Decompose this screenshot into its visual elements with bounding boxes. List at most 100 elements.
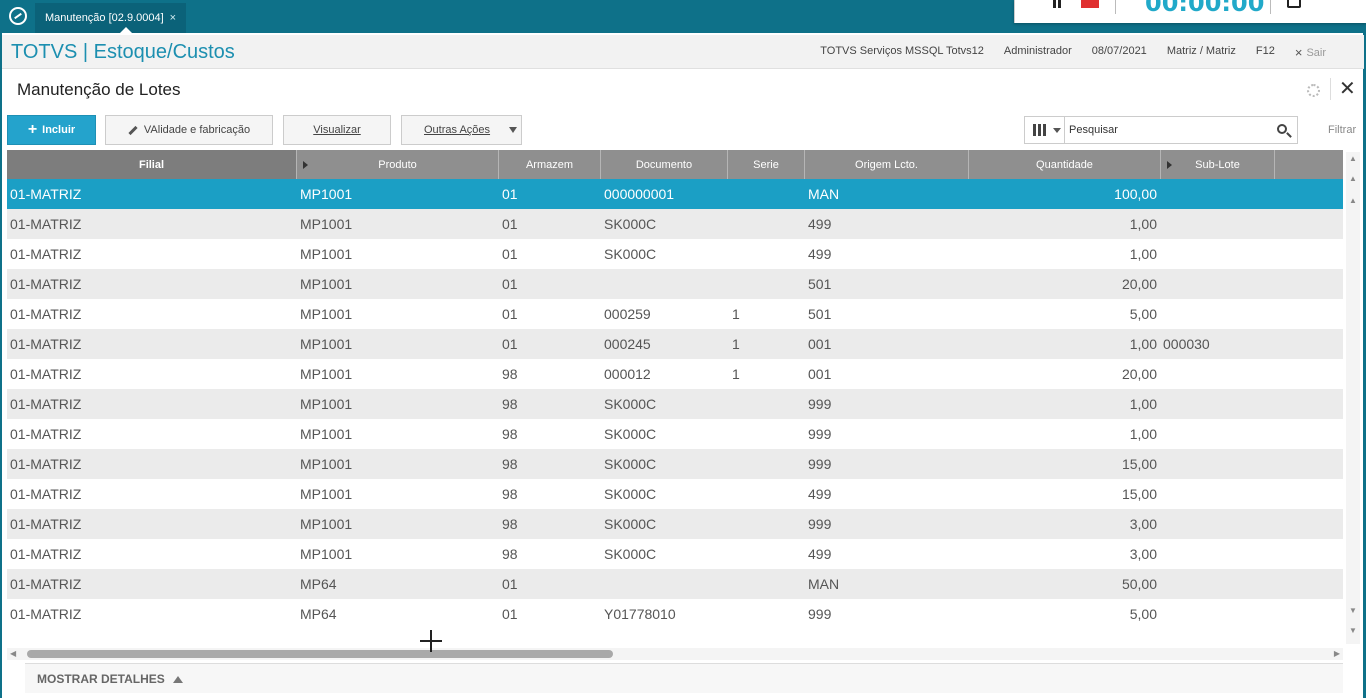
column-selector-button[interactable] bbox=[1025, 117, 1065, 143]
filter-button[interactable]: Filtrar bbox=[1328, 124, 1356, 136]
page-title: Manutenção de Lotes bbox=[17, 80, 181, 99]
cell-armazem: 01 bbox=[502, 246, 518, 262]
cell-quantidade: 100,00 bbox=[1114, 186, 1157, 202]
cell-quantidade: 3,00 bbox=[1129, 516, 1157, 532]
table-row[interactable]: 01-MATRIZ MP1001 98 000012 1 001 20,00 bbox=[7, 359, 1343, 389]
tab-close-icon[interactable]: × bbox=[170, 12, 176, 24]
branch-name[interactable]: Matriz / Matriz bbox=[1157, 45, 1246, 60]
horizontal-scroll-thumb[interactable] bbox=[27, 650, 613, 658]
cell-armazem: 98 bbox=[502, 516, 518, 532]
scroll-right-icon[interactable]: ▶ bbox=[1334, 648, 1340, 660]
table-row[interactable]: 01-MATRIZ MP1001 01 000245 1 001 1,00 000030 bbox=[7, 329, 1343, 359]
user-name[interactable]: Administrador bbox=[994, 45, 1082, 60]
table-row[interactable]: 01-MATRIZ MP1001 98 SK000C 999 1,00 bbox=[7, 419, 1343, 449]
column-header-label: Filial bbox=[138, 158, 165, 171]
expand-column-icon[interactable] bbox=[1167, 161, 1172, 169]
cell-documento bbox=[604, 269, 724, 299]
cell-sublote bbox=[1163, 359, 1273, 389]
cell-filial: 01-MATRIZ bbox=[10, 396, 82, 412]
validade-button[interactable]: VAlidade e fabricação bbox=[105, 115, 273, 145]
cell-documento: Y01778010 bbox=[604, 606, 676, 622]
cell-origem: 501 bbox=[808, 306, 832, 322]
timer-divider bbox=[1115, 0, 1116, 14]
table-row[interactable]: 01-MATRIZ MP1001 01 000000001 MAN 100,00 bbox=[7, 179, 1343, 209]
close-icon[interactable]: ✕ bbox=[1339, 79, 1356, 99]
vertical-scrollbar[interactable]: ▲ ▲ ▲ ▼ ▼ bbox=[1346, 152, 1360, 644]
scroll-down-icon[interactable]: ▼ bbox=[1348, 606, 1358, 616]
stop-icon[interactable] bbox=[1081, 0, 1099, 8]
cell-origem: 499 bbox=[808, 546, 832, 562]
cell-serie: 1 bbox=[732, 306, 740, 322]
cell-origem: 001 bbox=[808, 366, 832, 382]
totvs-logo-icon[interactable] bbox=[9, 7, 27, 25]
column-header-documento[interactable]: Documento bbox=[601, 150, 728, 179]
cell-sublote bbox=[1163, 539, 1273, 569]
pause-icon[interactable] bbox=[1051, 0, 1063, 10]
cell-produto: MP1001 bbox=[300, 546, 353, 562]
cell-armazem: 01 bbox=[502, 306, 518, 322]
column-header-label: Sub-Lote bbox=[1195, 158, 1240, 171]
table-row[interactable]: 01-MATRIZ MP1001 01 501 20,00 bbox=[7, 269, 1343, 299]
cell-filial: 01-MATRIZ bbox=[10, 606, 82, 622]
cell-sublote bbox=[1163, 389, 1273, 419]
divider bbox=[1330, 78, 1331, 100]
table-row[interactable]: 01-MATRIZ MP1001 98 SK000C 999 1,00 bbox=[7, 389, 1343, 419]
cell-produto: MP64 bbox=[300, 606, 337, 622]
cell-filial: 01-MATRIZ bbox=[10, 426, 82, 442]
scroll-page-up-icon[interactable]: ▲ bbox=[1348, 174, 1358, 184]
cell-filial: 01-MATRIZ bbox=[10, 186, 82, 202]
table-row[interactable]: 01-MATRIZ MP1001 01 SK000C 499 1,00 bbox=[7, 209, 1343, 239]
scroll-left-icon[interactable]: ◀ bbox=[10, 648, 16, 660]
column-header-origem[interactable]: Origem Lcto. bbox=[805, 150, 969, 179]
tab-manutencao[interactable]: Manutenção [02.9.0004] × bbox=[35, 3, 187, 33]
column-header-sublote[interactable]: Sub-Lote bbox=[1161, 150, 1275, 179]
cell-quantidade: 5,00 bbox=[1129, 606, 1157, 622]
session-date[interactable]: 08/07/2021 bbox=[1082, 45, 1157, 60]
column-header-quantidade[interactable]: Quantidade bbox=[969, 150, 1161, 179]
column-header-filial[interactable]: Filial bbox=[7, 150, 297, 179]
column-header-produto[interactable]: Produto bbox=[297, 150, 499, 179]
exit-button[interactable]: × Sair bbox=[1285, 45, 1336, 60]
cell-filial: 01-MATRIZ bbox=[10, 216, 82, 232]
table-row[interactable]: 01-MATRIZ MP1001 98 SK000C 999 3,00 bbox=[7, 509, 1343, 539]
column-header-serie[interactable]: Serie bbox=[728, 150, 805, 179]
column-header-label: Armazem bbox=[525, 158, 574, 171]
table-row[interactable]: 01-MATRIZ MP1001 98 SK000C 999 15,00 bbox=[7, 449, 1343, 479]
column-header-armazem[interactable]: Armazem bbox=[499, 150, 601, 179]
cell-armazem: 01 bbox=[502, 336, 518, 352]
cell-filial: 01-MATRIZ bbox=[10, 246, 82, 262]
module-title: TOTVS | Estoque/Custos bbox=[11, 41, 235, 63]
horizontal-scrollbar[interactable]: ◀ ▶ bbox=[7, 648, 1343, 660]
cell-filial: 01-MATRIZ bbox=[10, 516, 82, 532]
table-row[interactable]: 01-MATRIZ MP64 01 MAN 50,00 bbox=[7, 569, 1343, 599]
expand-column-icon[interactable] bbox=[303, 161, 308, 169]
search-icon[interactable] bbox=[1277, 124, 1287, 134]
exit-icon: × bbox=[1294, 45, 1303, 60]
column-header-label: Origem Lcto. bbox=[855, 158, 918, 171]
cell-produto: MP1001 bbox=[300, 186, 353, 202]
scroll-up-icon[interactable]: ▲ bbox=[1348, 196, 1358, 206]
visualizar-button[interactable]: Visualizar bbox=[283, 115, 391, 145]
show-details-button[interactable]: MOSTRAR DETALHES bbox=[37, 672, 183, 686]
scroll-top-icon[interactable]: ▲ bbox=[1348, 154, 1358, 164]
edit-icon[interactable] bbox=[1287, 0, 1301, 8]
cell-documento: 000000001 bbox=[604, 186, 675, 202]
cell-filial: 01-MATRIZ bbox=[10, 486, 82, 502]
cell-filial: 01-MATRIZ bbox=[10, 336, 82, 352]
search-input[interactable] bbox=[1069, 121, 1269, 139]
cell-serie bbox=[732, 509, 802, 539]
scroll-page-down-icon[interactable]: ▼ bbox=[1348, 626, 1358, 636]
outras-acoes-button[interactable]: Outras Ações bbox=[401, 115, 522, 145]
cell-origem: 001 bbox=[808, 336, 832, 352]
table-row[interactable]: 01-MATRIZ MP1001 01 000259 1 501 5,00 bbox=[7, 299, 1343, 329]
incluir-button[interactable]: + Incluir bbox=[7, 115, 96, 145]
timer-panel: 00:00:00 bbox=[1014, 0, 1366, 23]
gear-icon[interactable] bbox=[1307, 84, 1320, 97]
table-row[interactable]: 01-MATRIZ MP1001 98 SK000C 499 3,00 bbox=[7, 539, 1343, 569]
cell-produto: MP1001 bbox=[300, 246, 353, 262]
table-row[interactable]: 01-MATRIZ MP1001 01 SK000C 499 1,00 bbox=[7, 239, 1343, 269]
cell-documento: SK000C bbox=[604, 246, 657, 262]
table-row[interactable]: 01-MATRIZ MP64 01 Y01778010 999 5,00 bbox=[7, 599, 1343, 629]
shortcut-key[interactable]: F12 bbox=[1246, 45, 1285, 60]
table-row[interactable]: 01-MATRIZ MP1001 98 SK000C 499 15,00 bbox=[7, 479, 1343, 509]
